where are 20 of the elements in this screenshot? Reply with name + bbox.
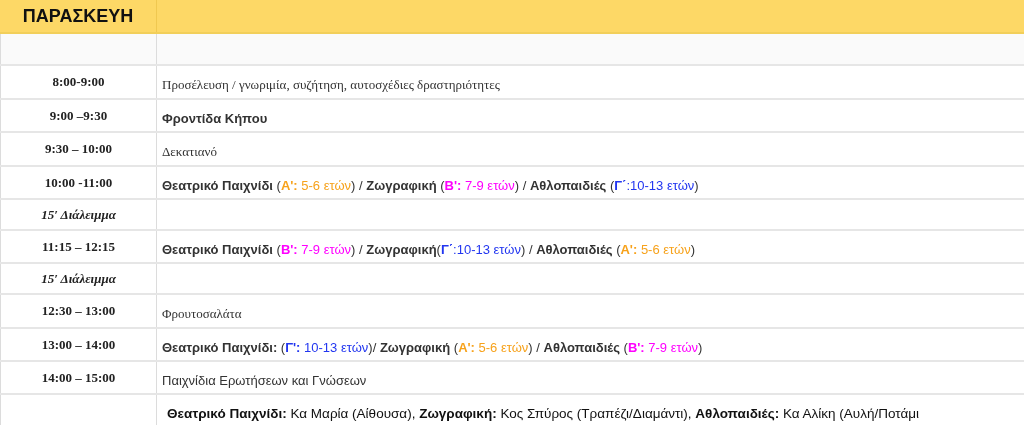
day-heading: ΠΑΡΑΣΚΕΥΗ	[0, 0, 157, 32]
time-label: 9:00 –9:30	[49, 106, 108, 125]
time-label: 9:30 – 10:00	[44, 140, 113, 159]
time-label: 12:30 – 13:00	[41, 302, 116, 321]
activity-text: Παιχνίδια Ερωτήσεων και Γνώσεων	[162, 371, 367, 390]
break-label: 15′ Διάλειμμα	[41, 269, 116, 288]
time-label: 8:00-9:00	[52, 73, 105, 92]
activity-text: Φροντίδα Κήπου	[162, 109, 268, 128]
activity-text: Θεατρικό Παιχνίδι: Κα Μαρία (Αίθουσα), Ζωγραφική: Κος Σπύρος (Τραπέζι/Διαμάντι), Αθλοπαιδιές: Κα Αλίκη (Αυλή/Ποτάμι	[167, 404, 920, 423]
activity-text: Φρουτοσαλάτα	[162, 305, 242, 324]
time-label: 14:00 – 15:00	[41, 368, 116, 387]
activity-text: Προσέλευση / γνωριμία, συζήτηση, αυτοσχέδιες δραστηριότητες	[162, 76, 500, 95]
break-label: 15′ Διάλειμμα	[41, 205, 116, 224]
activity-text: Θεατρικό Παιχνίδι (Β': 7-9 ετών) / Ζωγραφική(Γ΄:10-13 ετών) / Αθλοπαιδιές (Α': 5-6 ετών)	[162, 240, 696, 259]
time-label: 13:00 – 14:00	[41, 335, 116, 354]
activity-text: Θεατρικό Παιχνίδι (Α': 5-6 ετών) / Ζωγραφική (Β': 7-9 ετών) / Αθλοπαιδιές (Γ΄:10-13 ετών)	[162, 176, 699, 195]
activity-text: Θεατρικό Παιχνίδι: (Γ': 10-13 ετών)/ Ζωγραφική (Α': 5-6 ετών) / Αθλοπαιδιές (Β': 7-9 ετών)	[162, 338, 703, 357]
activity-text: Δεκατιανό	[162, 143, 217, 162]
time-label: 10:00 -11:00	[44, 173, 113, 192]
time-label: 11:15 – 12:15	[42, 237, 115, 256]
